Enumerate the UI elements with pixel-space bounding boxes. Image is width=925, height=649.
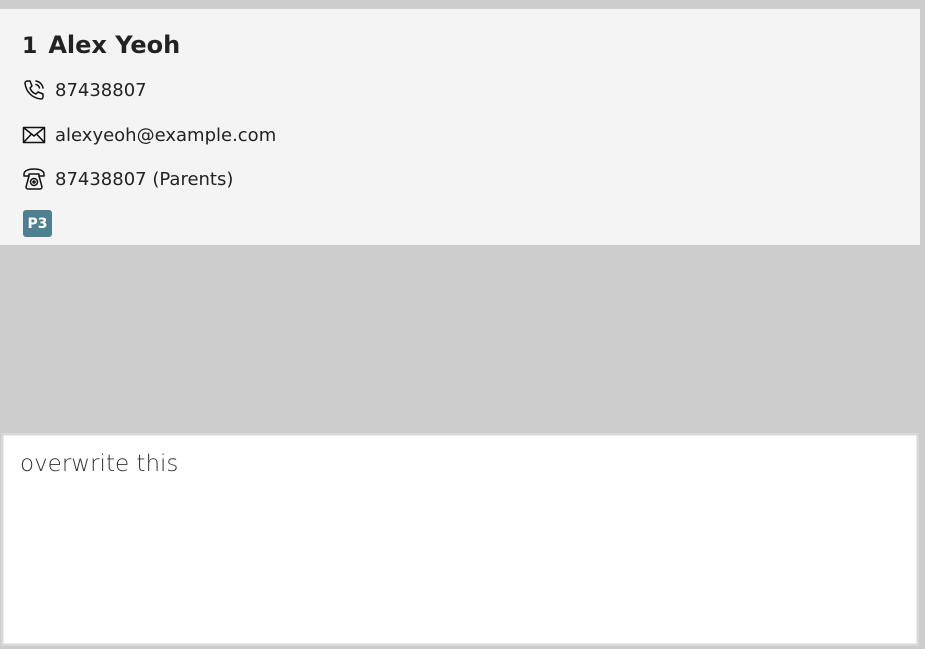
app-window: 1 Alex Yeoh 87438807 alexyeoh@example.co…	[0, 0, 925, 649]
contact-name: Alex Yeoh	[48, 31, 181, 59]
contact-card[interactable]: 1 Alex Yeoh 87438807 alexyeoh@example.co…	[0, 9, 920, 245]
result-display[interactable]: overwrite this	[1, 433, 919, 646]
contact-parent-phone-row: 87438807 (Parents)	[21, 167, 233, 191]
email-icon	[21, 123, 47, 147]
result-text: overwrite this	[20, 451, 179, 477]
contact-phone-row: 87438807	[21, 78, 147, 102]
contact-card-header: 1 Alex Yeoh	[22, 31, 180, 59]
contact-email-row: alexyeoh@example.com	[21, 123, 276, 147]
telephone-icon	[21, 167, 47, 191]
contact-email: alexyeoh@example.com	[55, 124, 277, 146]
tag-badge: P3	[23, 210, 52, 237]
contact-phone: 87438807	[55, 79, 147, 101]
phone-icon	[21, 78, 47, 102]
contact-index: 1	[22, 34, 38, 59]
contact-parent-phone: 87438807 (Parents)	[55, 168, 234, 190]
